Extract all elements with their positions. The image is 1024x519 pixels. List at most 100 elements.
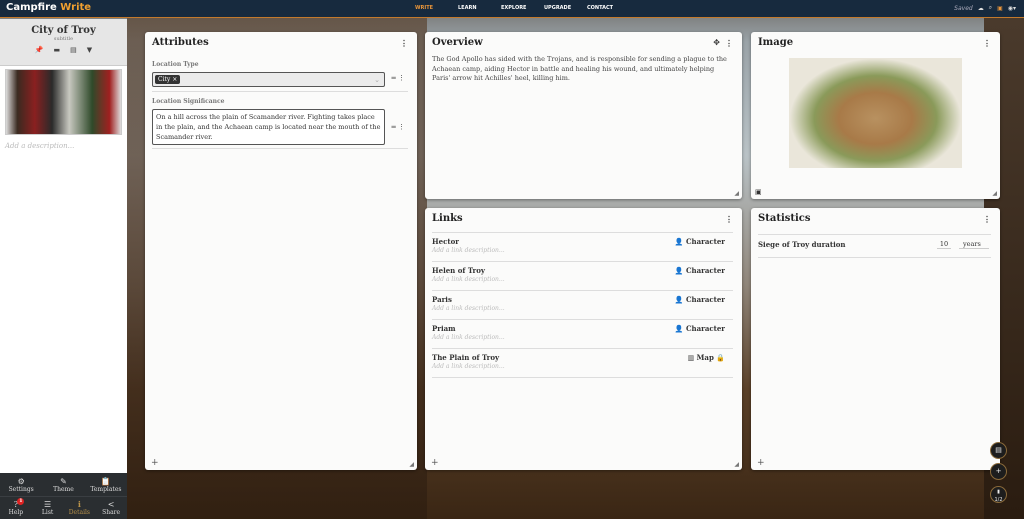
map-icon: ▥ — [687, 353, 695, 362]
link-type: 👤 Character — [674, 266, 725, 275]
link-description-input[interactable]: Add a link description... — [432, 305, 505, 312]
nav-write[interactable]: WRITE — [415, 5, 458, 11]
location-type-select[interactable]: City × ⌄ — [152, 72, 385, 87]
link-description-input[interactable]: Add a link description... — [432, 247, 505, 254]
link-description-input[interactable]: Add a link description... — [432, 363, 505, 370]
plus-icon: + — [995, 467, 1002, 475]
more-icon[interactable]: ⋮ — [983, 38, 991, 48]
nav-upgrade[interactable]: UPGRADE — [544, 5, 587, 11]
share-button[interactable]: < Share — [96, 500, 127, 516]
link-name[interactable]: The Plain of Troy — [432, 353, 499, 362]
nav-contact[interactable]: CONTACT — [587, 5, 630, 11]
overview-panel: Overview ✥ ⋮ The God Apollo has sided wi… — [425, 32, 742, 199]
document-subtitle[interactable]: subtitle — [0, 36, 127, 42]
templates-button[interactable]: 📋 Templates — [90, 477, 121, 493]
link-name[interactable]: Priam — [432, 324, 456, 333]
more-icon[interactable]: ⋮ — [725, 214, 733, 224]
settings-button[interactable]: ⚙ Settings — [6, 477, 37, 493]
add-field-button[interactable]: + — [151, 458, 159, 468]
field-label: Location Type — [152, 61, 199, 68]
panel-title: Image — [758, 37, 794, 48]
lock-icon[interactable]: 🔒 — [716, 353, 725, 362]
divider — [432, 377, 733, 378]
share-icon: < — [107, 500, 115, 509]
link-type: 👤 Character — [674, 324, 725, 333]
page-icon: ▮ — [997, 489, 1000, 495]
link-item[interactable]: Hector Add a link description... 👤 Chara… — [432, 232, 733, 261]
cloud-icon: ☁ — [977, 4, 984, 12]
stat-name[interactable]: Siege of Troy duration — [758, 240, 846, 249]
panel-title: Statistics — [758, 213, 811, 224]
clipboard-icon: 📋 — [100, 476, 111, 486]
folder-icon[interactable]: ▬ — [54, 46, 61, 54]
drag-handle-icon[interactable]: ═ ⋮ — [392, 123, 405, 131]
nav-learn[interactable]: LEARN — [458, 5, 501, 11]
gear-icon: ⚙ — [17, 476, 25, 486]
link-description-input[interactable]: Add a link description... — [432, 334, 505, 341]
stat-unit-input[interactable]: years — [959, 240, 989, 249]
overview-text[interactable]: The God Apollo has sided with the Trojan… — [432, 55, 730, 84]
resize-handle[interactable]: ◢ — [734, 190, 739, 197]
page-indicator: 1/2 — [994, 497, 1003, 503]
panel-title: Attributes — [152, 37, 209, 48]
link-type: 👤 Character — [674, 295, 725, 304]
account-icon[interactable]: ◉▾ — [1008, 5, 1016, 12]
filter-icon[interactable]: ▼ — [87, 46, 92, 54]
chevron-down-icon[interactable]: ⌄ — [374, 76, 380, 84]
add-button[interactable]: + — [990, 463, 1007, 480]
field-label: Location Significance — [152, 98, 225, 105]
stat-value-input[interactable]: 10 — [937, 240, 951, 249]
stat-row: Siege of Troy duration 10 years — [758, 234, 991, 258]
logo[interactable]: Campfire Write — [6, 2, 91, 13]
saved-status: Saved — [954, 4, 973, 12]
link-item[interactable]: Helen of Troy Add a link description... … — [432, 261, 733, 290]
link-item[interactable]: Paris Add a link description... 👤 Charac… — [432, 290, 733, 319]
comment-icon: ▤ — [995, 446, 1002, 454]
link-item[interactable]: The Plain of Troy Add a link description… — [432, 348, 733, 377]
add-link-button[interactable]: + — [431, 458, 439, 468]
cover-image[interactable] — [5, 69, 122, 135]
info-icon: ℹ — [77, 500, 81, 509]
drag-handle-icon[interactable]: ═ ⋮ — [392, 74, 405, 82]
person-icon: 👤 — [674, 266, 684, 275]
troy-image[interactable] — [789, 58, 962, 168]
location-significance-input[interactable]: On a hill across the plain of Scamander … — [152, 109, 385, 145]
more-icon[interactable]: ⋮ — [400, 38, 408, 48]
person-icon: 👤 — [674, 237, 684, 246]
resize-handle[interactable]: ◢ — [992, 190, 997, 197]
notifications-icon[interactable]: ▣ — [997, 5, 1003, 12]
theme-button[interactable]: ✎ Theme — [48, 477, 79, 493]
document-title[interactable]: City of Troy — [0, 25, 127, 36]
attributes-panel: Attributes ⋮ Location Type City × ⌄ ═ ⋮ L… — [145, 32, 417, 470]
link-name[interactable]: Helen of Troy — [432, 266, 485, 275]
link-type: ▥ Map 🔒 — [687, 353, 725, 362]
resize-handle[interactable]: ◢ — [409, 461, 414, 468]
sidebar: City of Troy subtitle 📌 ▬ ▤ ▼ Add a desc… — [0, 19, 127, 519]
description-input[interactable]: Add a description... — [0, 138, 127, 154]
add-stat-button[interactable]: + — [757, 458, 765, 468]
details-button[interactable]: ℹ Details — [64, 500, 95, 516]
link-name[interactable]: Hector — [432, 237, 459, 246]
search-icon[interactable]: ⌕ — [989, 4, 992, 12]
tag-chip[interactable]: City × — [155, 75, 181, 84]
link-item[interactable]: Priam Add a link description... 👤 Charac… — [432, 319, 733, 348]
resize-handle[interactable]: ◢ — [734, 461, 739, 468]
comments-button[interactable]: ▤ — [990, 442, 1007, 459]
person-icon: 👤 — [674, 324, 684, 333]
link-type: 👤 Character — [674, 237, 725, 246]
panel-title: Links — [432, 213, 463, 224]
help-button[interactable]: ? Help 1 — [0, 498, 31, 516]
link-description-input[interactable]: Add a link description... — [432, 276, 505, 283]
pin-icon[interactable]: 📌 — [35, 46, 44, 54]
move-icon[interactable]: ✥ — [713, 38, 720, 47]
nav-explore[interactable]: EXPLORE — [501, 5, 544, 11]
help-icon: ? — [13, 500, 19, 509]
book-icon[interactable]: ▤ — [70, 46, 77, 54]
pages-button[interactable]: ▮ 1/2 — [990, 486, 1007, 503]
link-name[interactable]: Paris — [432, 295, 452, 304]
list-button[interactable]: ☰ List — [32, 500, 63, 516]
more-icon[interactable]: ⋮ — [983, 214, 991, 224]
add-image-icon[interactable]: ▣ — [755, 188, 762, 196]
more-icon[interactable]: ⋮ — [725, 38, 733, 48]
list-icon: ☰ — [44, 500, 52, 509]
